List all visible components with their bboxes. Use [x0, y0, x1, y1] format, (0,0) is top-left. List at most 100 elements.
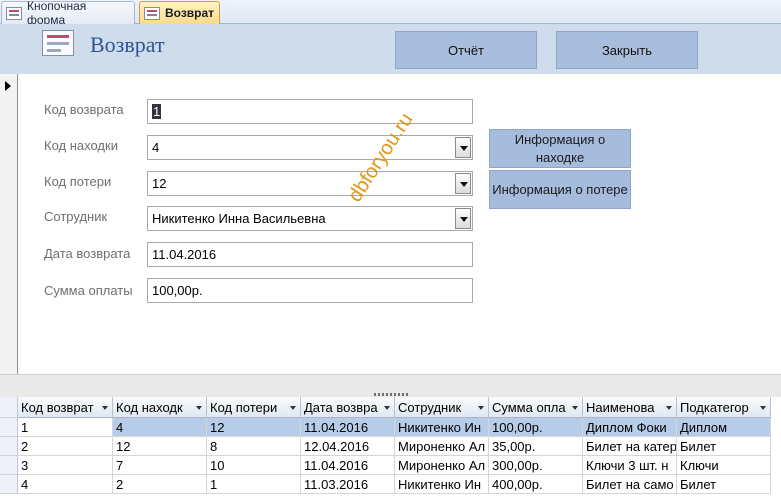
payment-sum-value: 100,00р.: [152, 283, 203, 298]
row-selector[interactable]: [0, 456, 18, 475]
access-form-window: Кнопочная форма Возврат Возврат Отчёт За…: [0, 0, 781, 497]
tab-label: Возврат: [165, 6, 215, 20]
payment-sum-label: Сумма оплаты: [44, 283, 133, 298]
chevron-down-icon[interactable]: [455, 173, 471, 194]
found-info-button[interactable]: Информация о находке: [489, 129, 631, 168]
return-id-label: Код возврата: [44, 102, 124, 117]
table-cell[interactable]: 11.04.2016: [301, 456, 395, 475]
table-cell[interactable]: 12: [207, 418, 301, 437]
table-cell[interactable]: 35,00р.: [489, 437, 583, 456]
table-cell[interactable]: Билет: [677, 437, 771, 456]
loss-id-value: 12: [152, 176, 167, 191]
column-header-label: Сумма опла: [492, 399, 566, 415]
sort-filter-icon[interactable]: [384, 406, 390, 410]
table-cell[interactable]: 12.04.2016: [301, 437, 395, 456]
table-cell[interactable]: 100,00р.: [489, 418, 583, 437]
column-header[interactable]: Подкатегор: [677, 397, 771, 418]
employee-value: Никитенко Инна Васильевна: [152, 211, 326, 226]
employee-label: Сотрудник: [44, 209, 108, 224]
table-cell[interactable]: Ключи: [677, 456, 771, 475]
sort-filter-icon[interactable]: [666, 406, 672, 410]
table-cell[interactable]: 7: [113, 456, 207, 475]
column-header-label: Дата возвра: [304, 399, 378, 415]
table-cell[interactable]: Ключи 3 шт. н: [583, 456, 677, 475]
table-cell[interactable]: 12: [113, 437, 207, 456]
column-header-label: Наименова: [586, 399, 655, 415]
table-cell[interactable]: 2: [18, 437, 113, 456]
sort-filter-icon[interactable]: [478, 406, 484, 410]
column-header[interactable]: Код потери: [207, 397, 301, 418]
table-cell[interactable]: 4: [18, 475, 113, 494]
found-id-value: 4: [152, 140, 160, 155]
tab-return[interactable]: Возврат: [139, 1, 220, 24]
split-form-divider[interactable]: [0, 374, 781, 397]
form-header: Возврат Отчёт Закрыть: [0, 24, 781, 74]
form-icon: [42, 30, 74, 56]
select-all-corner[interactable]: [0, 397, 18, 418]
table-cell[interactable]: Никитенко Ин: [395, 475, 489, 494]
column-header-label: Код потери: [210, 399, 278, 415]
column-header-label: Код возврат: [21, 399, 94, 415]
page-title: Возврат: [90, 32, 165, 57]
table-cell[interactable]: 1: [207, 475, 301, 494]
table-cell[interactable]: Диплом: [677, 418, 771, 437]
chevron-down-icon[interactable]: [455, 208, 471, 229]
employee-combo[interactable]: Никитенко Инна Васильевна: [147, 206, 473, 231]
table-cell[interactable]: Никитенко Ин: [395, 418, 489, 437]
loss-info-button[interactable]: Информация о потере: [489, 170, 631, 209]
table-cell[interactable]: 4: [113, 418, 207, 437]
table-cell[interactable]: Билет на катер: [583, 437, 677, 456]
table-cell[interactable]: 300,00р.: [489, 456, 583, 475]
table-cell[interactable]: Билет: [677, 475, 771, 494]
tab-switchboard[interactable]: Кнопочная форма: [1, 0, 135, 27]
return-id-value: 1: [152, 104, 162, 119]
row-selector[interactable]: [0, 437, 18, 456]
row-selector[interactable]: [0, 418, 18, 437]
sort-filter-icon[interactable]: [290, 406, 296, 410]
table-cell[interactable]: 10: [207, 456, 301, 475]
column-header[interactable]: Наименова: [583, 397, 677, 418]
sort-filter-icon[interactable]: [572, 406, 578, 410]
found-id-label: Код находки: [44, 138, 118, 153]
found-id-combo[interactable]: 4: [147, 135, 473, 160]
sort-filter-icon[interactable]: [760, 406, 766, 410]
column-header[interactable]: Код возврат: [18, 397, 113, 418]
report-button[interactable]: Отчёт: [395, 31, 537, 69]
table-cell[interactable]: Мироненко Ал: [395, 456, 489, 475]
splitter-grip-icon[interactable]: [374, 393, 408, 396]
current-record-arrow-icon: [5, 81, 11, 91]
chevron-down-icon[interactable]: [455, 137, 471, 158]
table-cell[interactable]: 2: [113, 475, 207, 494]
table-cell[interactable]: 400,00р.: [489, 475, 583, 494]
record-selector[interactable]: [0, 74, 18, 374]
return-date-label: Дата возврата: [44, 246, 131, 261]
document-tab-strip: Кнопочная форма Возврат: [0, 0, 781, 27]
return-date-field[interactable]: 11.04.2016: [147, 242, 473, 267]
return-id-field[interactable]: 1: [147, 99, 473, 124]
table-cell[interactable]: Диплом Фоки: [583, 418, 677, 437]
loss-id-combo[interactable]: 12: [147, 171, 473, 196]
form-icon: [6, 6, 22, 20]
column-header-label: Подкатегор: [680, 399, 749, 415]
column-header[interactable]: Сотрудник: [395, 397, 489, 418]
table-cell[interactable]: Билет на само: [583, 475, 677, 494]
column-header[interactable]: Дата возвра: [301, 397, 395, 418]
column-header[interactable]: Сумма опла: [489, 397, 583, 418]
table-cell[interactable]: 8: [207, 437, 301, 456]
table-cell[interactable]: 3: [18, 456, 113, 475]
column-header[interactable]: Код находк: [113, 397, 207, 418]
row-selector[interactable]: [0, 475, 18, 494]
sort-filter-icon[interactable]: [196, 406, 202, 410]
close-button[interactable]: Закрыть: [556, 31, 698, 69]
form-icon: [144, 6, 160, 20]
table-cell[interactable]: Мироненко Ал: [395, 437, 489, 456]
column-header-label: Сотрудник: [398, 399, 462, 415]
table-cell[interactable]: 11.04.2016: [301, 418, 395, 437]
form-detail: Код возврата 1 Код находки 4 Код потери …: [18, 74, 781, 374]
table-cell[interactable]: 1: [18, 418, 113, 437]
datasheet: Код возврат Код находк Код потери Дата возв…: [0, 397, 781, 497]
sort-filter-icon[interactable]: [102, 406, 108, 410]
column-header-label: Код находк: [116, 399, 183, 415]
payment-sum-field[interactable]: 100,00р.: [147, 278, 473, 303]
table-cell[interactable]: 11.03.2016: [301, 475, 395, 494]
